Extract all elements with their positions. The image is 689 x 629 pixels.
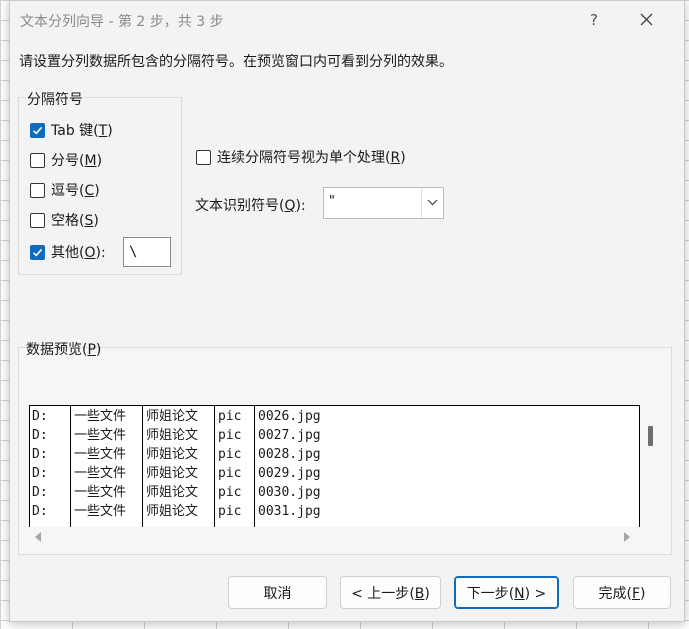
preview-cell: pic: [218, 485, 242, 500]
preview-cell: 师姐论文: [146, 409, 199, 424]
consecutive-delimiters-checkbox[interactable]: 连续分隔符号视为单个处理(R): [196, 147, 406, 167]
preview-cell: 一些文件: [74, 466, 127, 481]
preview-cell: 0026.jpg: [258, 409, 321, 424]
preview-cell: D:: [32, 409, 48, 424]
preview-cell: 师姐论文: [146, 466, 199, 481]
tab-checkbox[interactable]: Tab 键(T): [30, 120, 113, 140]
instruction-text: 请设置分列数据所包含的分隔符号。在预览窗口内可看到分列的效果。: [19, 54, 453, 70]
preview-cell: pic: [218, 409, 242, 424]
caret-left-icon: [35, 532, 41, 542]
preview-cell: 师姐论文: [146, 504, 199, 519]
preview-row: D: 一些文件 师姐论文 pic 0031.jpg: [30, 502, 639, 521]
title-bar: 文本分列向导 - 第 2 步，共 3 步 ?: [10, 1, 684, 39]
preview-cell: 0029.jpg: [258, 466, 321, 481]
preview-cell: 0030.jpg: [258, 485, 321, 500]
scroll-right-button[interactable]: [623, 530, 633, 544]
help-button[interactable]: ?: [580, 7, 608, 33]
tab-checkbox-box[interactable]: [30, 122, 45, 138]
comma-checkbox-box[interactable]: [30, 182, 45, 198]
finish-button[interactable]: 完成(F): [573, 576, 671, 609]
preview-label: 数据预览(P): [26, 342, 102, 358]
semicolon-checkbox[interactable]: 分号(M): [30, 150, 102, 170]
consecutive-delimiters-checkbox-box[interactable]: [196, 149, 211, 165]
preview-row: D: 一些文件 师姐论文 pic 0030.jpg: [30, 483, 639, 502]
semicolon-checkbox-label: 分号(M): [51, 153, 103, 169]
preview-cell: D:: [32, 466, 48, 481]
checkmark-icon: [32, 126, 43, 135]
preview-cell: 师姐论文: [146, 428, 199, 443]
preview-cell: 一些文件: [74, 428, 127, 443]
back-button[interactable]: < 上一步(B): [340, 576, 441, 609]
preview-row: D: 一些文件 师姐论文 pic 0028.jpg: [30, 445, 639, 464]
preview-cell: D:: [32, 504, 48, 519]
other-checkbox-label: 其他(O):: [51, 245, 106, 261]
close-icon: [640, 13, 652, 26]
preview-cell: 一些文件: [74, 504, 127, 519]
comma-checkbox-label: 逗号(C): [51, 183, 100, 199]
consecutive-delimiters-label: 连续分隔符号视为单个处理(R): [217, 150, 406, 166]
semicolon-checkbox-box[interactable]: [30, 152, 45, 168]
vertical-scrollbar-thumb[interactable]: [648, 426, 653, 446]
preview-cell: pic: [218, 504, 242, 519]
preview-cell: 一些文件: [74, 409, 127, 424]
caret-right-icon: [624, 532, 630, 542]
preview-cell: 一些文件: [74, 485, 127, 500]
preview-grid[interactable]: D: 一些文件 师姐论文 pic 0026.jpg D: 一些文件 师姐论文 p…: [29, 405, 640, 527]
preview-cell: 师姐论文: [146, 485, 199, 500]
text-qualifier-select[interactable]: ": [323, 187, 444, 219]
preview-cell: 0028.jpg: [258, 447, 321, 462]
preview-cell: D:: [32, 447, 48, 462]
delimiters-group-title: 分隔符号: [26, 89, 84, 109]
tab-checkbox-label: Tab 键(T): [51, 123, 113, 139]
next-button[interactable]: 下一步(N) >: [454, 576, 559, 609]
preview-cell: pic: [218, 447, 242, 462]
preview-row: D: 一些文件 师姐论文 pic 0027.jpg: [30, 426, 639, 445]
close-button[interactable]: [632, 7, 660, 33]
space-checkbox[interactable]: 空格(S): [30, 210, 99, 230]
other-checkbox-box[interactable]: [30, 244, 45, 260]
text-qualifier-value: ": [328, 194, 336, 209]
dropdown-button[interactable]: [421, 188, 443, 218]
checkmark-icon: [32, 248, 43, 257]
other-delimiter-input[interactable]: \: [123, 237, 171, 267]
preview-cell: 师姐论文: [146, 447, 199, 462]
preview-cell: 0027.jpg: [258, 428, 321, 443]
preview-cell: pic: [218, 466, 242, 481]
text-to-columns-dialog: 文本分列向导 - 第 2 步，共 3 步 ? 请设置分列数据所包含的分隔符号。在…: [9, 0, 685, 622]
preview-cell: 0031.jpg: [258, 504, 321, 519]
cancel-button[interactable]: 取消: [228, 576, 327, 609]
other-checkbox[interactable]: 其他(O):: [30, 242, 106, 262]
preview-cell: pic: [218, 428, 242, 443]
text-qualifier-label: 文本识别符号(Q):: [195, 198, 306, 214]
preview-cell: 一些文件: [74, 447, 127, 462]
scroll-left-button[interactable]: [34, 530, 44, 544]
help-icon: ?: [590, 11, 598, 29]
space-checkbox-box[interactable]: [30, 212, 45, 228]
preview-row: D: 一些文件 师姐论文 pic 0029.jpg: [30, 464, 639, 483]
space-checkbox-label: 空格(S): [51, 213, 99, 229]
dialog-title: 文本分列向导 - 第 2 步，共 3 步: [20, 14, 224, 30]
preview-cell: D:: [32, 428, 48, 443]
preview-cell: D:: [32, 485, 48, 500]
comma-checkbox[interactable]: 逗号(C): [30, 180, 100, 200]
preview-row: D: 一些文件 师姐论文 pic 0026.jpg: [30, 407, 639, 426]
chevron-down-icon: [427, 199, 438, 206]
